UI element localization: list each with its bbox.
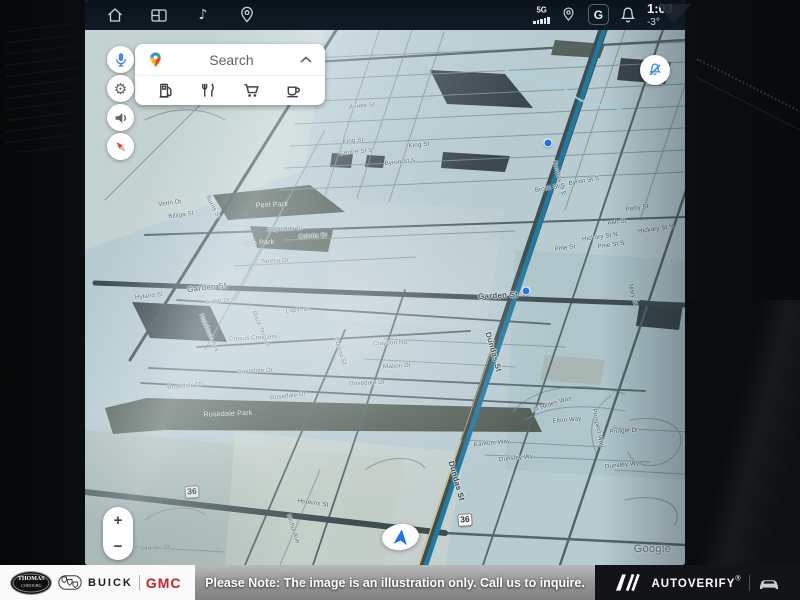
music-icon[interactable]: ♪: [193, 5, 213, 25]
dash-reflection: [657, 4, 691, 24]
mute-navigation-button[interactable]: [640, 55, 670, 85]
home-icon[interactable]: [105, 5, 125, 25]
gear-icon: ⚙: [114, 80, 127, 98]
divider: [139, 575, 140, 590]
thomas-cobourg-logo: THOMAS COBOURG: [10, 571, 52, 595]
signal-5g-icon: 5G: [533, 6, 550, 24]
dashboard-bezel-right: [685, 0, 800, 565]
settings-button[interactable]: ⚙: [107, 75, 134, 102]
coffee-icon[interactable]: [284, 81, 303, 100]
autoverify-logo-icon: [615, 573, 643, 592]
infotainment-photo: Verin DrBilliga StBurns StPeel ParkReyno…: [0, 0, 800, 600]
disclaimer-text: Please Note: The image is an illustratio…: [205, 576, 585, 590]
compass-button[interactable]: [107, 133, 134, 160]
divider: [749, 575, 750, 591]
speaker-icon: [112, 109, 130, 127]
search-card: Search: [135, 44, 325, 105]
search-input[interactable]: Search: [135, 44, 325, 76]
gas-stations-icon[interactable]: [157, 81, 176, 100]
notifications-bell-icon[interactable]: [618, 5, 638, 25]
volume-button[interactable]: [107, 104, 134, 131]
location-sharing-icon[interactable]: [559, 5, 579, 25]
dealer-banner: THOMAS COBOURG BUICK GMC Please Note: Th…: [0, 565, 800, 600]
chevron-up-icon[interactable]: [299, 56, 313, 64]
microphone-icon: [112, 51, 130, 69]
bell-slash-icon: [645, 60, 665, 80]
shopping-icon[interactable]: [242, 81, 261, 100]
autoverify-branding: AUTOVERIFY®: [595, 565, 800, 600]
search-placeholder: Search: [164, 52, 299, 68]
apps-grid-icon[interactable]: [149, 5, 169, 25]
touchscreen: Verin DrBilliga StBurns StPeel ParkReyno…: [85, 0, 685, 565]
car-icon: [758, 576, 780, 590]
dashboard-bezel-left: [0, 0, 85, 565]
buick-trishield-icon: [58, 575, 82, 590]
google-watermark: Google: [634, 543, 671, 555]
air-vent: [6, 22, 76, 152]
navigation-arrow-icon: [391, 527, 411, 547]
zoom-out-button[interactable]: −: [103, 534, 133, 561]
registered-mark: ®: [735, 575, 740, 582]
compass-icon: [112, 138, 130, 156]
status-bar: ♪ 5G G: [85, 0, 685, 30]
autoverify-wordmark: AUTOVERIFY: [651, 578, 735, 590]
zoom-controls: + −: [103, 507, 133, 560]
restaurants-icon[interactable]: [199, 81, 218, 100]
gmc-logo: GMC: [146, 575, 182, 591]
buick-wordmark: BUICK: [88, 577, 133, 589]
dash-trim: [687, 300, 800, 565]
google-maps-pin-icon: [147, 51, 164, 68]
zoom-in-button[interactable]: +: [103, 507, 133, 534]
disclaimer-strip: Please Note: The image is an illustratio…: [195, 565, 595, 600]
voice-input-button[interactable]: [107, 46, 134, 73]
dealer-logos: THOMAS COBOURG BUICK GMC: [0, 565, 195, 600]
search-categories: [135, 76, 325, 105]
dash-stitching: [697, 58, 800, 117]
account-badge[interactable]: G: [588, 4, 609, 25]
location-pin-icon[interactable]: [237, 5, 257, 25]
